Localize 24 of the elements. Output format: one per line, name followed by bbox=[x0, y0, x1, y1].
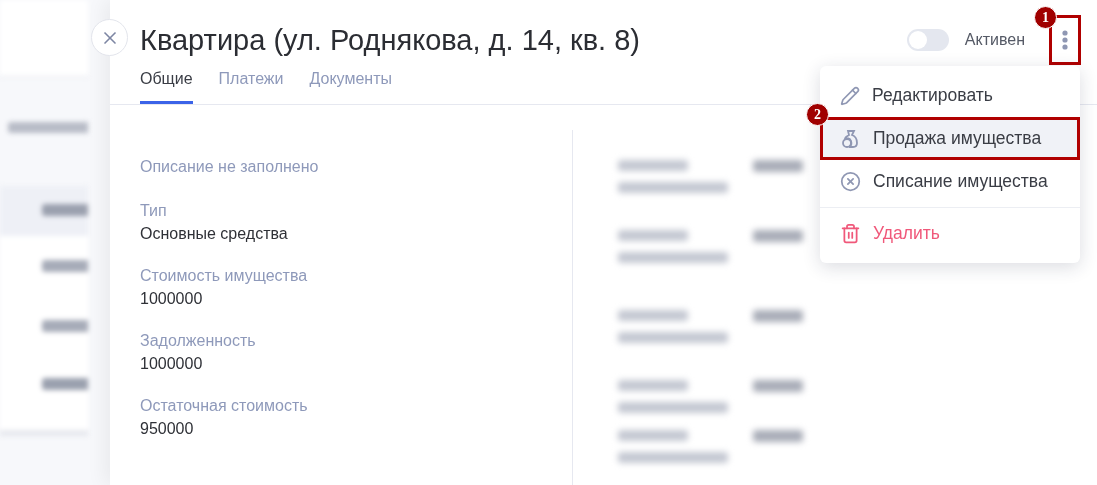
field-label: Остаточная стоимость bbox=[140, 396, 308, 416]
field-value: 1000000 bbox=[140, 354, 203, 374]
status-toggle[interactable] bbox=[906, 29, 949, 51]
close-button[interactable] bbox=[91, 19, 128, 56]
menu-item[interactable]: Списание имущества bbox=[820, 160, 1080, 203]
description-text: Описание не заполнено bbox=[140, 158, 320, 176]
more-icon bbox=[1062, 30, 1068, 50]
toggle-label: Активен bbox=[964, 31, 1025, 49]
tab[interactable]: Общие bbox=[140, 68, 193, 104]
field-label: Задолженность bbox=[140, 331, 256, 351]
bag-icon bbox=[841, 128, 861, 149]
menu-item[interactable]: Продажа имущества bbox=[820, 117, 1080, 160]
close-circle-icon bbox=[840, 171, 861, 192]
step-badge: 1 bbox=[1034, 6, 1057, 29]
field-value: 950000 bbox=[140, 419, 194, 439]
trash-icon bbox=[840, 223, 861, 244]
window-title: Квартира (ул. Роднякова, д. 14, кв. 8) bbox=[140, 23, 641, 57]
field-value: Основные средства bbox=[140, 224, 288, 244]
field-label: Стоимость имущества bbox=[140, 266, 308, 286]
menu-item[interactable]: Редактировать bbox=[820, 74, 1080, 117]
field-label: Тип bbox=[140, 201, 167, 221]
field-value: 1000000 bbox=[140, 289, 203, 309]
more-button[interactable] bbox=[1049, 15, 1081, 65]
pencil-icon bbox=[840, 85, 860, 106]
